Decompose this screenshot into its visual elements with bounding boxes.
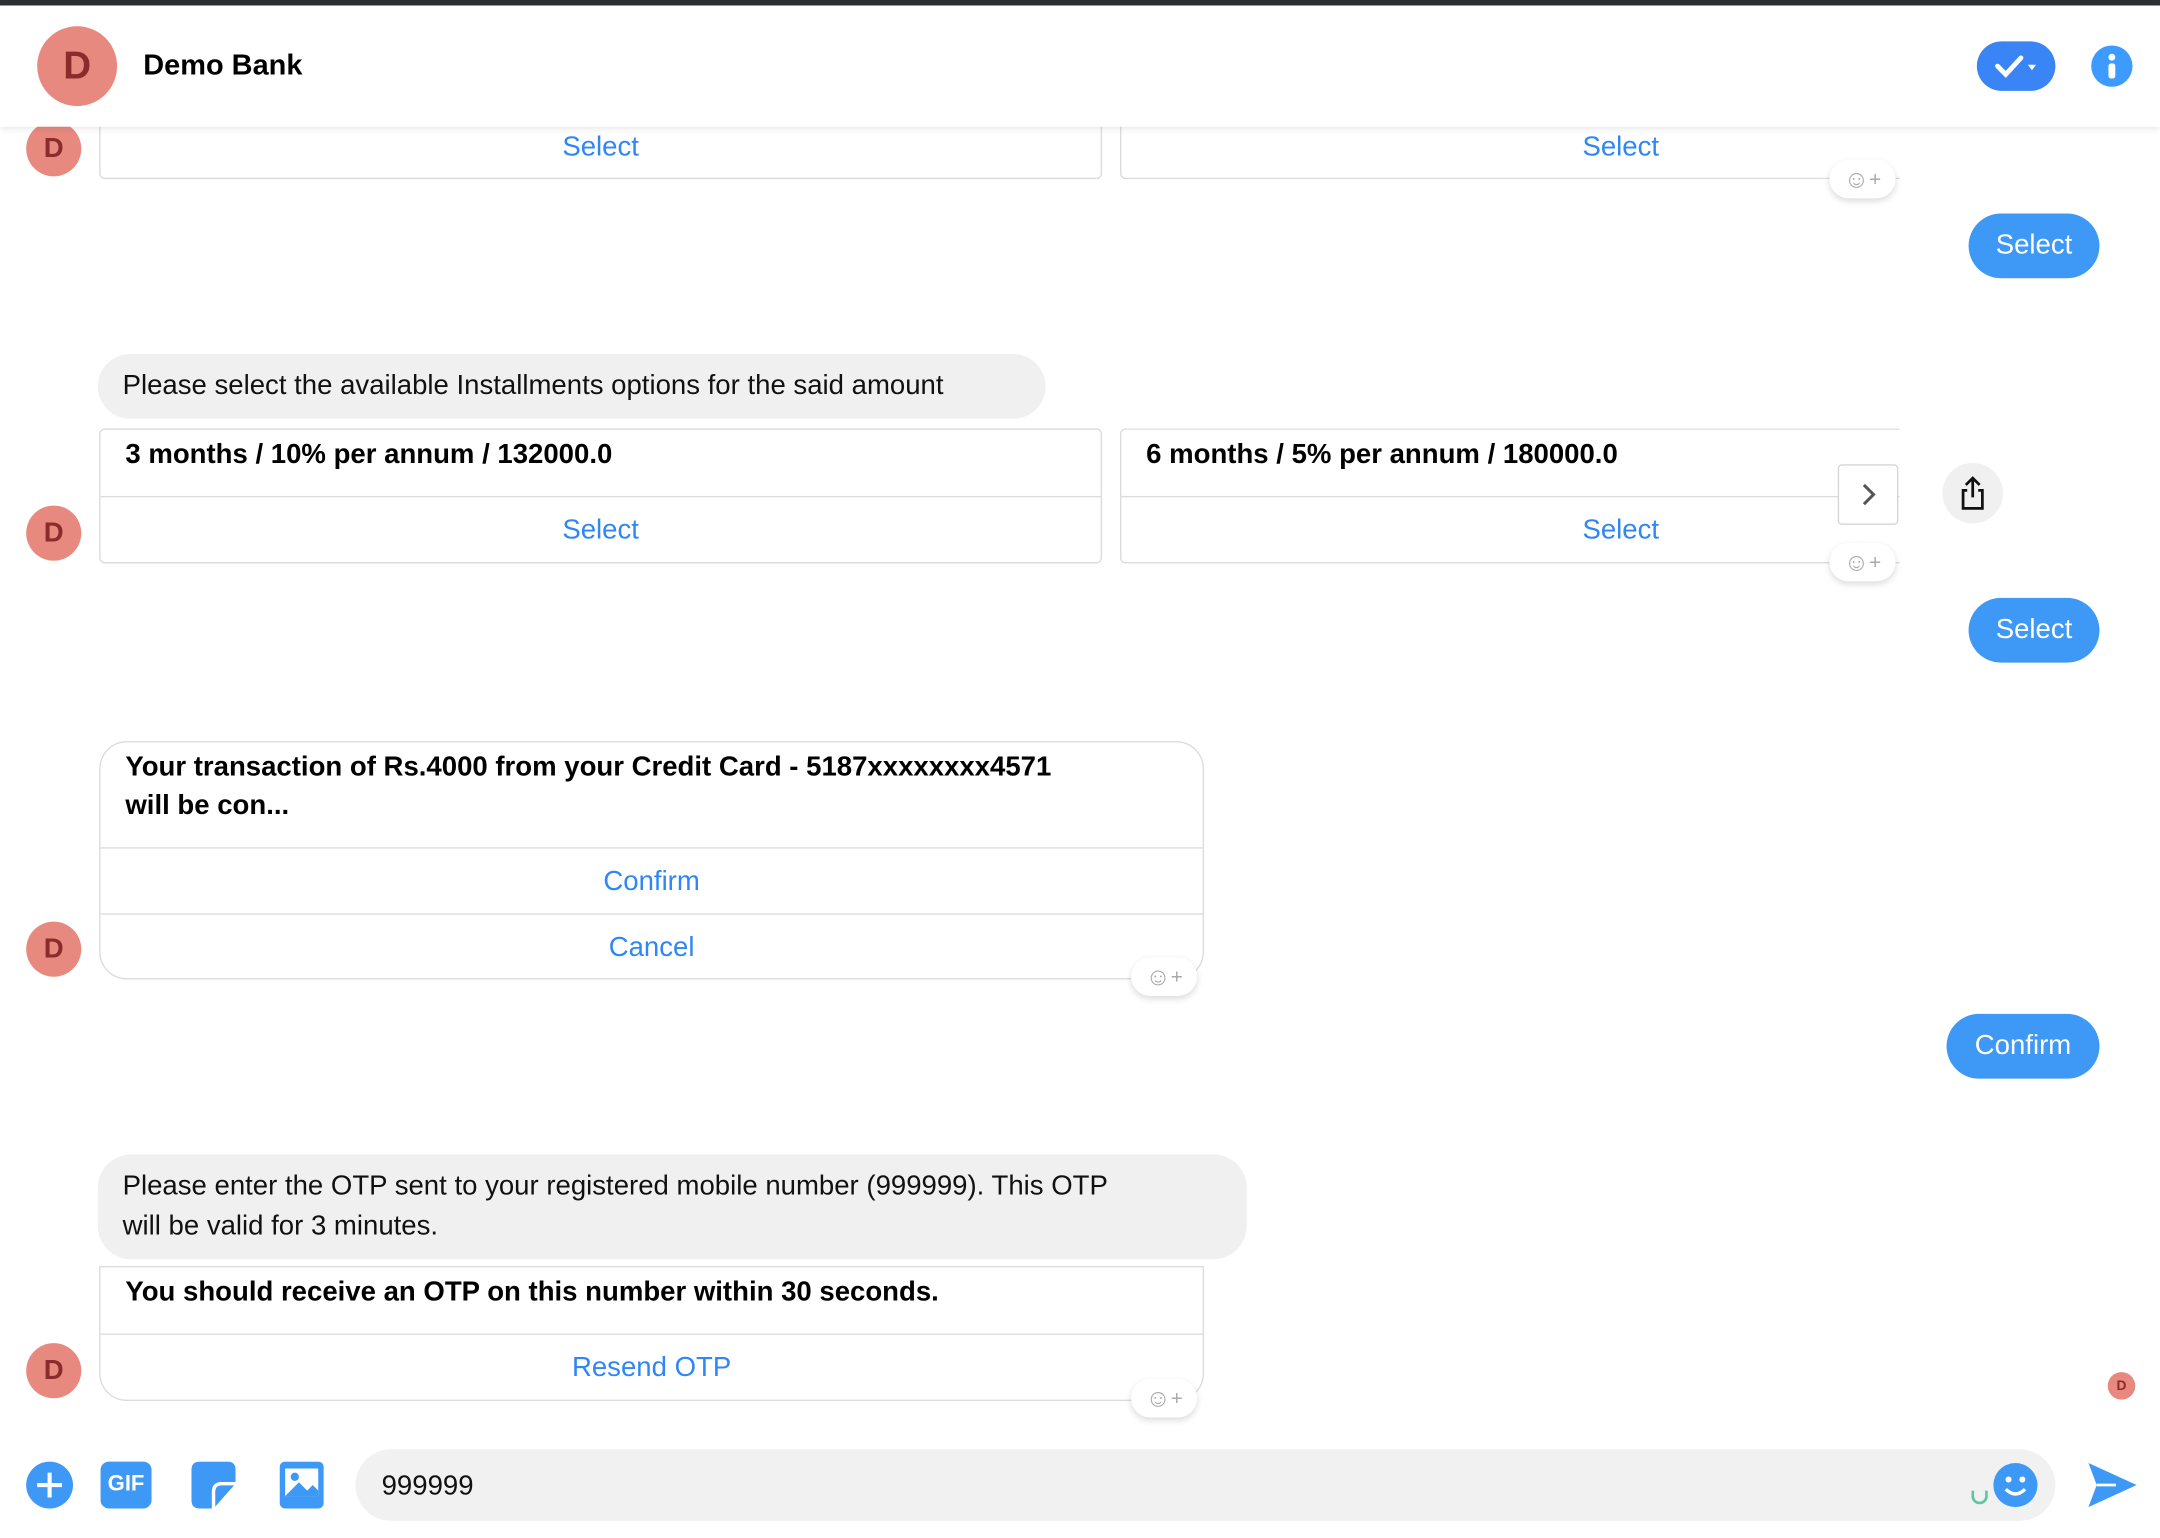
installment-card: 6 months / 5% per annum / 180000.0 Selec… [1119,428,1900,564]
card-title-line1: Your transaction of Rs.4000 from your Cr… [125,752,1052,783]
loading-icon [1971,1490,1988,1505]
image-icon [279,1461,324,1509]
user-message: Select [1968,597,2100,663]
user-message: Select [1968,213,2100,279]
chevron-right-icon [1862,483,1876,506]
emoji-button[interactable] [1993,1463,2038,1508]
send-button[interactable] [2086,1460,2138,1510]
resend-otp-button[interactable]: Resend OTP [101,1353,1203,1385]
smiley-icon [2004,1476,2027,1496]
card-title-line2: will be con... [125,790,290,822]
message-input[interactable] [378,1449,1900,1524]
bot-message: Please enter the OTP sent to your regist… [97,1154,1247,1260]
card-title: You should receive an OTP on this number… [125,1277,939,1308]
cancel-button[interactable]: Cancel [101,933,1203,965]
gif-button[interactable]: GIF [100,1461,152,1509]
user-message: Confirm [1946,1013,2100,1079]
check-icon [1994,55,2036,78]
plus-icon [37,1472,62,1498]
confirm-button[interactable]: Confirm [101,867,1203,899]
add-reaction-button[interactable]: ☺ + [1131,957,1198,997]
message-line: will be valid for 3 minutes. [122,1210,439,1242]
select-button[interactable]: Select [101,515,1101,547]
carousel-next-button[interactable] [1837,464,1899,525]
sticker-button[interactable] [191,1461,236,1509]
avatar: D [26,121,82,177]
otp-card: You should receive an OTP on this number… [99,1266,1205,1402]
add-reaction-button[interactable]: ☺ + [1829,159,1896,199]
avatar[interactable]: D [37,26,118,107]
page-title: Demo Bank [143,49,303,82]
seen-avatar: D [2107,1372,2136,1400]
sticker-icon [191,1461,236,1509]
card-title: 3 months / 10% per annum / 132000.0 [125,439,613,470]
message-composer [355,1449,2056,1524]
card-title: 6 months / 5% per annum / 180000.0 [1146,439,1618,470]
messenger-window: D Demo Bank D Select Select ☺ + Select Pl… [0,0,2160,1538]
info-icon [2108,53,2116,79]
avatar: D [26,505,82,561]
add-reaction-button[interactable]: ☺ + [1829,542,1896,582]
installment-card: 3 months / 10% per annum / 132000.0 Sele… [99,428,1103,564]
check-dropdown-button[interactable] [1976,41,2056,91]
confirm-card: Your transaction of Rs.4000 from your Cr… [99,741,1205,980]
message-line: Please enter the OTP sent to your regist… [122,1170,1108,1202]
share-icon [1961,476,1984,510]
add-reaction-button[interactable]: ☺ + [1131,1378,1198,1418]
avatar: D [26,921,82,977]
send-icon [2088,1463,2137,1508]
select-button[interactable]: Select [101,132,1101,164]
select-button[interactable]: Select [1121,132,2120,164]
share-button[interactable] [1942,462,2004,524]
info-button[interactable] [2091,45,2133,87]
chat-header: D Demo Bank [0,5,2160,127]
image-button[interactable] [279,1461,324,1509]
add-button[interactable] [26,1461,74,1509]
bot-message: Please select the available Installments… [97,354,1046,419]
avatar: D [26,1343,82,1399]
